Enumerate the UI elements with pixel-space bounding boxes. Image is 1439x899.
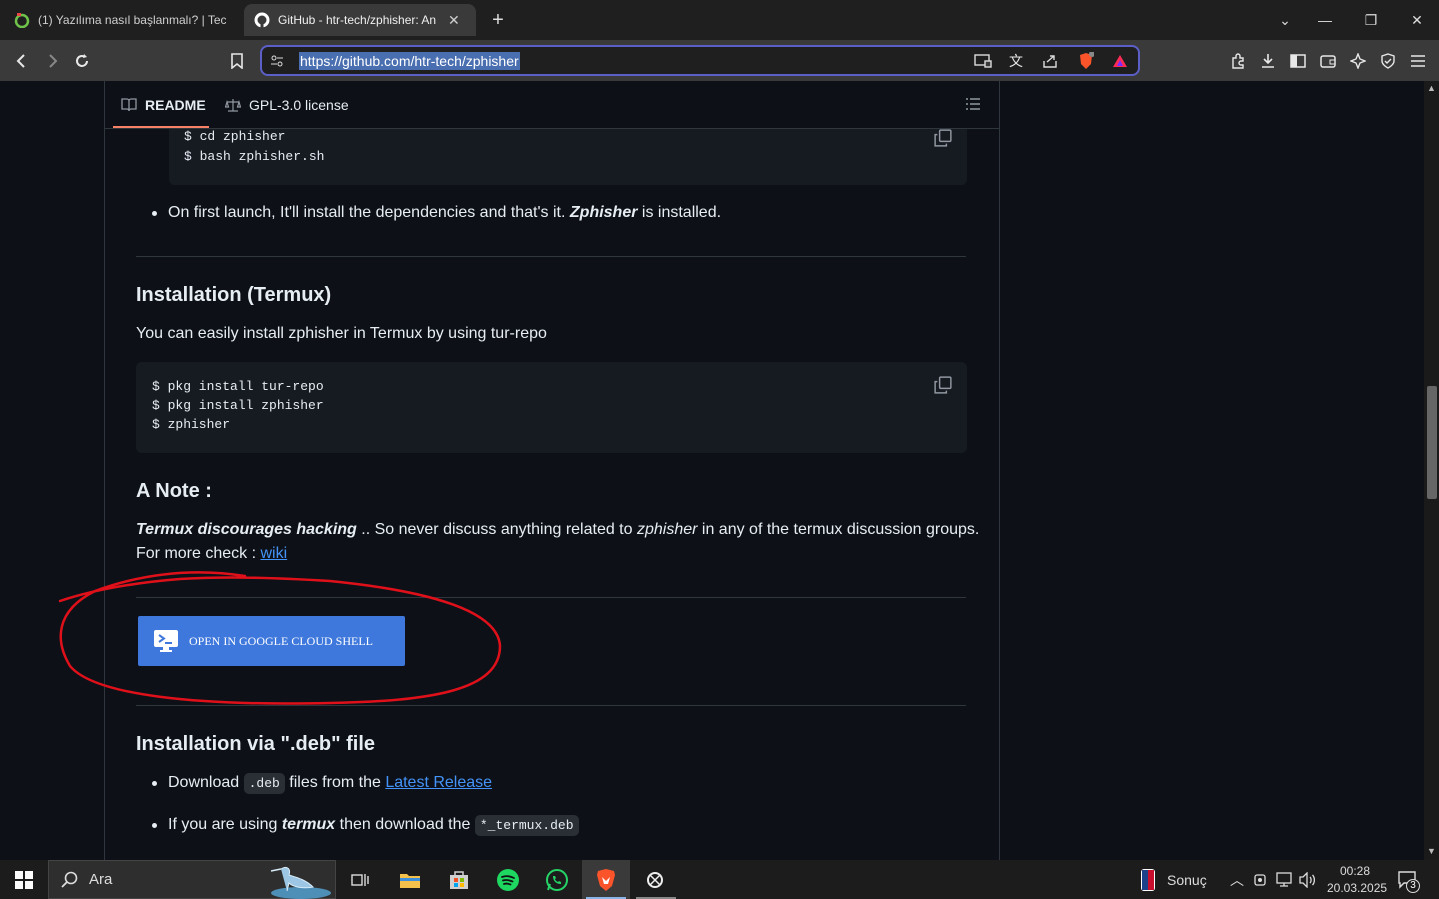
- tab-title: (1) Yazılıma nasıl başlanmalı? | Techn: [38, 13, 226, 27]
- share-icon[interactable]: [1039, 50, 1061, 72]
- extensions-icon[interactable]: [1227, 50, 1249, 72]
- clock-date[interactable]: 20.03.2025: [1327, 881, 1387, 895]
- taskbar-search[interactable]: Ara: [48, 860, 336, 899]
- menu-icon[interactable]: [1407, 50, 1429, 72]
- tab-techn[interactable]: (1) Yazılıma nasıl başlanmalı? | Techn: [4, 4, 240, 36]
- heron-illustration-icon: [270, 866, 331, 899]
- techn-favicon-icon: [14, 13, 30, 28]
- wallet-icon[interactable]: [1317, 50, 1339, 72]
- notification-count-badge: 3: [1406, 879, 1420, 893]
- brave-shields-icon[interactable]: [1075, 50, 1097, 72]
- translate-icon[interactable]: 文: [1005, 50, 1027, 72]
- spotify-icon[interactable]: [484, 860, 532, 899]
- windows-logo-icon: [15, 870, 33, 889]
- brave-rewards-icon[interactable]: [1109, 50, 1131, 72]
- bookmark-icon[interactable]: [226, 50, 248, 72]
- whatsapp-icon[interactable]: [533, 860, 581, 899]
- reload-icon[interactable]: [71, 50, 93, 72]
- back-icon[interactable]: [11, 50, 33, 72]
- github-icon: [254, 12, 270, 28]
- url-text[interactable]: https://github.com/htr-tech/zphisher: [299, 52, 520, 70]
- scroll-down-icon[interactable]: ▼: [1427, 846, 1436, 856]
- address-bar[interactable]: https://github.com/htr-tech/zphisher 文: [260, 45, 1140, 76]
- scroll-up-icon[interactable]: ▲: [1427, 83, 1436, 93]
- close-window-icon[interactable]: ✕: [1405, 8, 1429, 32]
- volume-icon[interactable]: [1299, 872, 1317, 888]
- restore-icon[interactable]: ❐: [1359, 8, 1383, 32]
- leo-ai-icon[interactable]: [1347, 50, 1369, 72]
- tab-strip: (1) Yazılıma nasıl başlanmalı? | Techn G…: [0, 0, 1439, 40]
- search-placeholder: Ara: [89, 871, 113, 888]
- new-tab-button[interactable]: +: [486, 8, 510, 32]
- tab-github[interactable]: GitHub - htr-tech/zphisher: An ✕: [244, 4, 476, 36]
- nba-logo-icon: [1141, 869, 1155, 891]
- search-icon: [61, 871, 78, 888]
- windows-taskbar: Ara Sonuç ︿ 00:28 20.03.2025 3: [0, 860, 1439, 899]
- red-circle-annotation-icon: [58, 571, 502, 705]
- brave-browser-icon[interactable]: [582, 860, 630, 899]
- start-button[interactable]: [0, 860, 48, 899]
- page-scrollbar[interactable]: ▲ ▼: [1424, 81, 1439, 860]
- forward-icon[interactable]: [41, 50, 63, 72]
- network-icon[interactable]: [1276, 872, 1294, 888]
- clock-time[interactable]: 00:28: [1340, 864, 1370, 878]
- scroll-thumb[interactable]: [1427, 386, 1437, 499]
- cast-icon[interactable]: [972, 50, 994, 72]
- task-view-icon[interactable]: [336, 860, 384, 899]
- microsoft-store-icon[interactable]: [435, 860, 483, 899]
- tab-title: GitHub - htr-tech/zphisher: An: [278, 13, 437, 27]
- vpn-shield-icon[interactable]: [1377, 50, 1399, 72]
- sidebar-icon[interactable]: [1287, 50, 1309, 72]
- meet-now-icon[interactable]: [1254, 872, 1268, 888]
- close-tab-icon[interactable]: ✕: [448, 12, 460, 29]
- file-explorer-icon[interactable]: [386, 860, 434, 899]
- weather-widget[interactable]: Sonuç: [1167, 872, 1207, 888]
- page-viewport: README GPL-3.0 license $ cd zphisher $ b…: [0, 81, 1424, 860]
- browser-toolbar: https://github.com/htr-tech/zphisher 文: [0, 40, 1439, 81]
- tab-search-chevron-icon[interactable]: ⌄: [1273, 8, 1297, 32]
- site-settings-icon[interactable]: [266, 50, 288, 72]
- minimize-icon[interactable]: —: [1313, 8, 1337, 32]
- tray-overflow-chevron-icon[interactable]: ︿: [1230, 870, 1244, 890]
- download-icon[interactable]: [1257, 50, 1279, 72]
- chatgpt-app-icon[interactable]: [631, 860, 679, 899]
